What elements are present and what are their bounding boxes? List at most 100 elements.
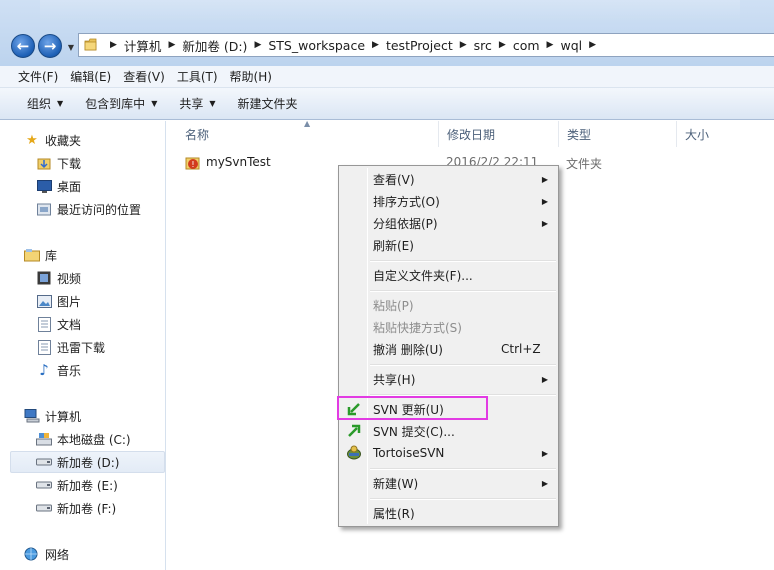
nav-item-label: 图片 [57,294,82,309]
nav-item-label: 迅雷下载 [57,340,106,355]
menu-item-label: 粘贴快捷方式(S) [373,320,462,335]
nav-item-drive-d[interactable]: 新加卷 (D:) [10,451,165,473]
downloads-folder-icon [36,155,52,171]
breadcrumb-separator-icon[interactable]: ▶ [372,40,379,50]
menu-file[interactable]: 文件(F) [12,68,64,85]
recent-pages-dropdown-icon[interactable]: ▼ [66,42,76,52]
address-bar[interactable]: ▶ 计算机 ▶ 新加卷 (D:) ▶ STS_workspace ▶ testP… [78,33,774,57]
back-button[interactable]: ← [11,34,35,58]
organize-button[interactable]: 组织 ▼ [20,95,70,112]
breadcrumb-item[interactable]: src [474,38,492,53]
breadcrumb-separator-icon[interactable]: ▶ [499,40,506,50]
breadcrumb-separator-icon[interactable]: ▶ [589,40,596,50]
breadcrumb-item[interactable]: testProject [386,38,453,53]
menu-item-label: 属性(R) [373,506,415,521]
drive-icon [36,500,52,516]
computer-icon [24,408,40,424]
menu-item-svn-commit[interactable]: SVN 提交(C)... [341,420,556,442]
svg-text:!: ! [191,160,194,169]
menu-bar: 文件(F) 编辑(E) 查看(V) 工具(T) 帮助(H) [0,66,774,88]
menu-item-label: 粘贴(P) [373,298,414,313]
nav-item-label: 视频 [57,271,82,286]
file-type: 文件夹 [566,157,603,171]
menu-item-shortcut: Ctrl+Z [501,342,541,356]
menu-item-paste[interactable]: 粘贴(P) [341,294,556,316]
context-menu: 查看(V) ▶ 排序方式(O) ▶ 分组依据(P) ▶ 刷新(E) 自定义文件夹… [338,165,559,527]
nav-item-label: 最近访问的位置 [57,202,142,217]
menu-item-paste-shortcut[interactable]: 粘贴快捷方式(S) [341,316,556,338]
column-header-label: 修改日期 [447,127,496,142]
column-header-label: 类型 [567,127,592,142]
nav-libraries[interactable]: 库 [24,244,178,266]
menu-view[interactable]: 查看(V) [117,68,171,85]
breadcrumb-separator-icon[interactable]: ▶ [110,40,117,50]
breadcrumb-item[interactable]: 新加卷 (D:) [182,36,247,55]
breadcrumb-item[interactable]: 计算机 [124,36,162,55]
menu-separator [370,290,556,292]
forward-button[interactable]: → [38,34,62,58]
breadcrumb-item[interactable]: STS_workspace [268,38,365,53]
column-header-label: 大小 [685,127,710,142]
svn-commit-icon [348,424,361,437]
recent-places-icon [36,201,52,217]
menu-item-new[interactable]: 新建(W) ▶ [341,472,556,494]
menu-item-customize-folder[interactable]: 自定义文件夹(F)... [341,264,556,286]
column-header-type[interactable]: 类型 [559,121,677,147]
nav-item-label: 本地磁盘 (C:) [57,432,131,447]
menu-help[interactable]: 帮助(H) [224,68,278,85]
breadcrumb-separator-icon[interactable]: ▶ [168,40,175,50]
breadcrumb-item[interactable]: com [513,38,540,53]
column-header-date[interactable]: 修改日期 [439,121,559,147]
nav-network[interactable]: 网络 [24,543,178,565]
music-icon: ♪ [39,361,49,379]
submenu-arrow-icon: ▶ [541,374,548,384]
nav-computer[interactable]: 计算机 [24,405,178,427]
breadcrumb-item[interactable]: wql [560,38,582,53]
menu-item-label: 新建(W) [373,476,419,491]
breadcrumb-separator-icon[interactable]: ▶ [460,40,467,50]
nav-item-label: 音乐 [57,363,82,378]
menu-separator [370,468,556,470]
submenu-arrow-icon: ▶ [541,478,548,488]
svn-modified-folder-icon: ! [185,157,200,170]
title-glow [40,0,740,22]
menu-item-view[interactable]: 查看(V) ▶ [341,168,556,190]
menu-item-label: 分组依据(P) [373,216,438,231]
share-button[interactable]: 共享 ▼ [172,95,222,112]
menu-tools[interactable]: 工具(T) [171,68,224,85]
drive-icon [36,454,52,470]
menu-separator [370,260,556,262]
menu-item-tortoise-svn[interactable]: TortoiseSVN ▶ [341,442,556,464]
menu-edit[interactable]: 编辑(E) [64,68,117,85]
nav-item-label: 文档 [57,317,82,332]
menu-item-label: 排序方式(O) [373,194,440,209]
nav-favorites-label: 收藏夹 [45,133,82,148]
menu-item-properties[interactable]: 属性(R) [341,502,556,524]
nav-computer-label: 计算机 [45,409,82,424]
picture-icon [36,293,52,309]
new-folder-button[interactable]: 新建文件夹 [231,95,305,112]
document-icon [36,316,52,332]
breadcrumb-separator-icon[interactable]: ▶ [254,40,261,50]
menu-item-refresh[interactable]: 刷新(E) [341,234,556,256]
menu-item-group-by[interactable]: 分组依据(P) ▶ [341,212,556,234]
breadcrumb-separator-icon[interactable]: ▶ [547,40,554,50]
menu-item-sort-by[interactable]: 排序方式(O) ▶ [341,190,556,212]
window-title-bar: ← → ▼ ▶ 计算机 ▶ 新加卷 (D:) ▶ STS_workspace ▶… [0,0,774,66]
annotation-highlight-box [337,396,488,420]
column-header-size[interactable]: 大小 [677,121,774,147]
include-in-library-button[interactable]: 包含到库中 ▼ [78,95,164,112]
nav-item-label: 新加卷 (E:) [57,478,118,493]
submenu-arrow-icon: ▶ [541,218,548,228]
organize-label: 组织 [27,97,52,111]
command-toolbar: 组织 ▼ 包含到库中 ▼ 共享 ▼ 新建文件夹 [0,88,774,120]
menu-item-label: TortoiseSVN [373,446,445,460]
menu-item-undo-delete[interactable]: 撤消 删除(U) Ctrl+Z [341,338,556,360]
column-header-name[interactable]: 名称 [177,121,439,147]
menu-item-share[interactable]: 共享(H) ▶ [341,368,556,390]
nav-favorites[interactable]: ★ 收藏夹 [24,129,178,151]
menu-item-label: 自定义文件夹(F)... [373,268,473,283]
chevron-down-icon: ▼ [151,99,158,108]
nav-network-label: 网络 [45,547,70,562]
submenu-arrow-icon: ▶ [541,196,548,206]
